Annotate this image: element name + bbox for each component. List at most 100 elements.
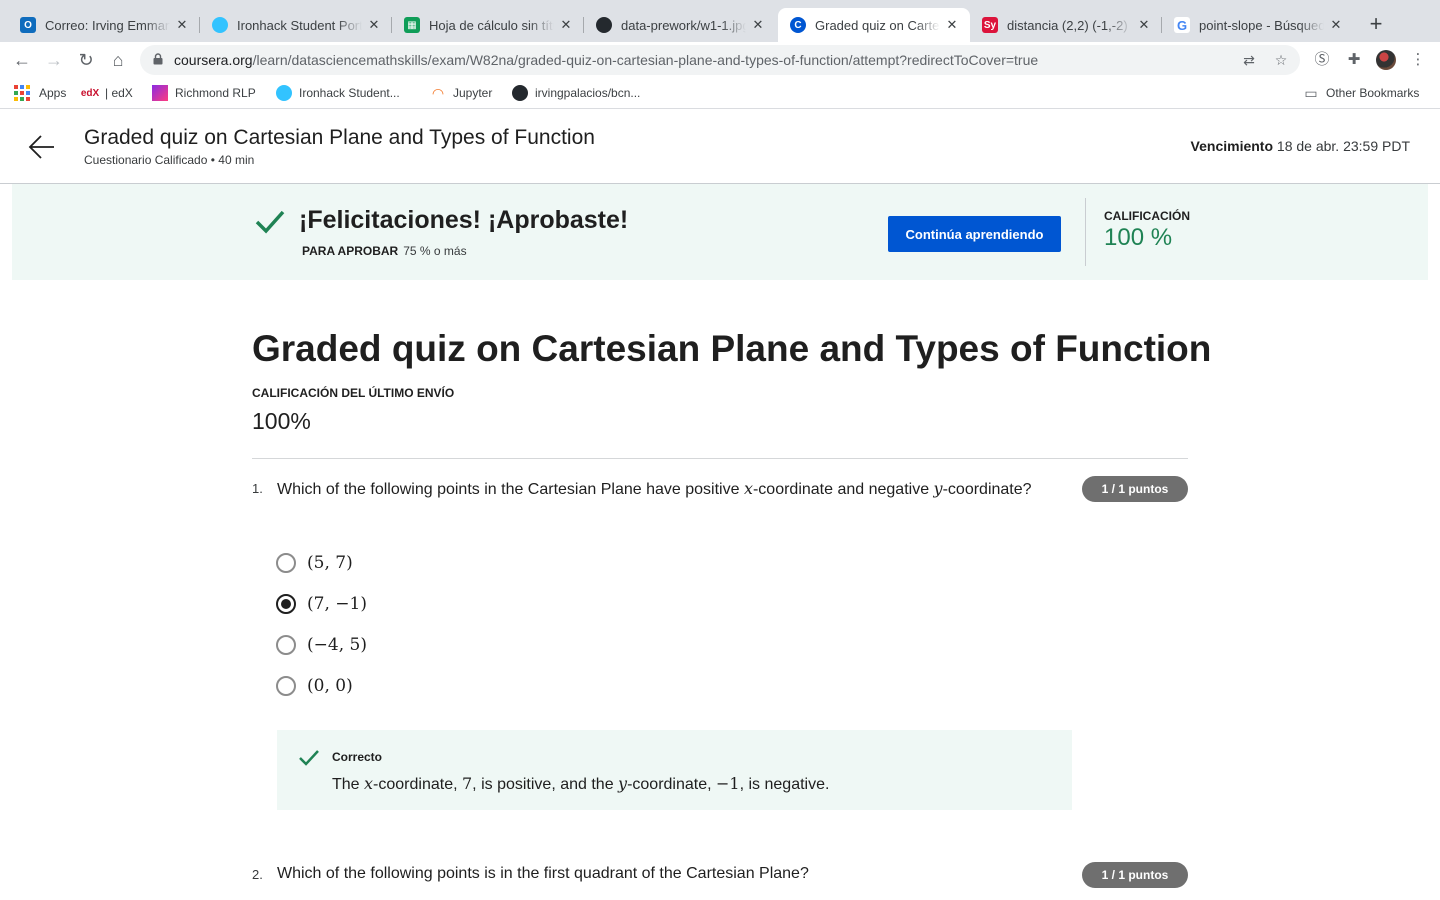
- answer-option[interactable]: (5, 7): [276, 551, 353, 575]
- close-tab-icon[interactable]: ✕: [944, 17, 960, 33]
- due-value: 18 de abr. 23:59 PDT: [1276, 138, 1410, 154]
- tab-google[interactable]: G point-slope - Búsqueda ✕: [1162, 8, 1354, 42]
- bookmark-label: irvingpalacios/bcn...: [535, 86, 641, 100]
- feedback-text: The x-coordinate, 7, is positive, and th…: [332, 774, 830, 793]
- extensions-puzzle-icon[interactable]: ✚: [1345, 51, 1363, 69]
- tab-github[interactable]: data-prework/w1-1.jpg ✕: [584, 8, 776, 42]
- bookmark-label: Richmond RLP: [175, 86, 256, 100]
- divider: [252, 458, 1188, 459]
- question-number: 1.: [252, 481, 263, 496]
- answer-option[interactable]: (0, 0): [276, 674, 353, 698]
- bookmarks-bar: Apps edX | edX Richmond RLP Ironhack Stu…: [0, 78, 1440, 109]
- tab-coursera-active[interactable]: C Graded quiz on Cartesian ✕: [778, 8, 970, 42]
- tab-symbolab[interactable]: Sy distancia (2,2) (-1,-2) ✕: [970, 8, 1162, 42]
- tab-title: Ironhack Student Portal: [237, 17, 362, 33]
- menu-kebab-icon[interactable]: ⋮: [1409, 51, 1427, 69]
- answer-option[interactable]: (−4, 5): [276, 633, 367, 657]
- bookmark-richmond[interactable]: Richmond RLP: [152, 85, 256, 101]
- header-title: Graded quiz on Cartesian Plane and Types…: [84, 126, 595, 149]
- ironhack-icon: [276, 85, 292, 101]
- close-tab-icon[interactable]: ✕: [174, 17, 190, 33]
- home-button[interactable]: ⌂: [106, 48, 130, 72]
- github-icon: [596, 17, 612, 33]
- close-tab-icon[interactable]: ✕: [558, 17, 574, 33]
- skype-extension-icon[interactable]: Ⓢ: [1313, 51, 1331, 69]
- tab-title: data-prework/w1-1.jpg: [621, 17, 746, 33]
- answer-option-selected[interactable]: (7, −1): [276, 592, 367, 616]
- back-button[interactable]: ←: [10, 48, 34, 72]
- radio-button[interactable]: [276, 676, 296, 696]
- header-subtitle: Cuestionario Calificado • 40 min: [84, 153, 255, 167]
- radio-button-selected[interactable]: [276, 594, 296, 614]
- symbolab-icon: Sy: [982, 17, 998, 33]
- jupyter-icon: ◠: [432, 84, 444, 101]
- edx-icon: edX: [80, 87, 100, 99]
- grade-label: CALIFICACIÓN: [1104, 209, 1190, 223]
- option-label: (7, −1): [307, 594, 367, 614]
- ironhack-icon: [212, 17, 228, 33]
- richmond-icon: [152, 85, 168, 101]
- tab-outlook[interactable]: O Correo: Irving Emmanuel ✕: [8, 8, 200, 42]
- lock-icon: [153, 53, 163, 65]
- bookmark-jupyter[interactable]: ◠ Jupyter: [430, 84, 493, 101]
- option-label: (5, 7): [307, 553, 353, 573]
- folder-icon: ▭: [1304, 84, 1318, 101]
- tab-title: distancia (2,2) (-1,-2): [1007, 17, 1128, 33]
- option-label: (−4, 5): [307, 635, 367, 655]
- tab-title: point-slope - Búsqueda: [1199, 17, 1324, 33]
- browser-tab-bar: O Correo: Irving Emmanuel ✕ Ironhack Stu…: [0, 0, 1440, 42]
- outlook-icon: O: [20, 17, 36, 33]
- coursera-icon: C: [790, 17, 806, 33]
- continue-learning-button[interactable]: Continúa aprendiendo: [888, 216, 1061, 252]
- bookmark-github[interactable]: irvingpalacios/bcn...: [512, 85, 640, 101]
- github-icon: [512, 85, 528, 101]
- close-tab-icon[interactable]: ✕: [366, 17, 382, 33]
- radio-button[interactable]: [276, 553, 296, 573]
- last-submission-value: 100%: [252, 408, 311, 434]
- bookmark-apps[interactable]: Apps: [14, 85, 66, 101]
- page-title: Graded quiz on Cartesian Plane and Types…: [252, 328, 1212, 369]
- bookmark-label: Apps: [39, 86, 67, 100]
- reload-button[interactable]: ↻: [74, 48, 98, 72]
- translate-icon[interactable]: ⇄: [1241, 52, 1257, 68]
- bookmark-label: Other Bookmarks: [1326, 86, 1420, 100]
- pass-requirement: PARA APROBAR 75 % o más: [302, 244, 467, 258]
- close-tab-icon[interactable]: ✕: [1328, 17, 1344, 33]
- sheets-icon: ▦: [404, 17, 420, 33]
- close-tab-icon[interactable]: ✕: [750, 17, 766, 33]
- bookmark-star-icon[interactable]: ☆: [1273, 52, 1289, 68]
- forward-button[interactable]: →: [42, 48, 66, 72]
- banner-divider: [1085, 198, 1086, 266]
- google-icon: G: [1174, 17, 1190, 33]
- new-tab-button[interactable]: +: [1366, 12, 1386, 36]
- question-text: Which of the following points is in the …: [277, 865, 809, 882]
- tab-sheets[interactable]: ▦ Hoja de cálculo sin título ✕: [392, 8, 584, 42]
- apps-grid-icon: [14, 85, 30, 101]
- due-label: Vencimiento: [1190, 138, 1274, 154]
- bookmark-label: Jupyter: [453, 86, 493, 100]
- points-badge: 1 / 1 puntos: [1082, 476, 1188, 502]
- question-text: Which of the following points in the Car…: [277, 479, 1032, 498]
- option-label: (0, 0): [307, 676, 353, 696]
- bookmark-ironhack[interactable]: Ironhack Student...: [276, 85, 400, 101]
- feedback-status: Correcto: [332, 750, 383, 764]
- congrats-heading: ¡Felicitaciones! ¡Aprobaste!: [299, 206, 629, 234]
- bookmark-label: | edX: [105, 86, 133, 100]
- bookmark-edx[interactable]: edX | edX: [80, 85, 133, 101]
- tab-title: Correo: Irving Emmanuel: [45, 17, 170, 33]
- tab-title: Graded quiz on Cartesian: [815, 17, 940, 33]
- back-arrow-icon[interactable]: [28, 134, 56, 160]
- radio-button[interactable]: [276, 635, 296, 655]
- url-text: coursera.org/learn/datasciencemathskills…: [174, 52, 1039, 68]
- pass-value: 75 % o más: [403, 244, 467, 258]
- check-icon: [299, 750, 319, 766]
- pass-label: PARA APROBAR: [302, 244, 399, 258]
- address-bar[interactable]: coursera.org/learn/datasciencemathskills…: [140, 45, 1300, 75]
- tab-title: Hoja de cálculo sin título: [429, 17, 554, 33]
- close-tab-icon[interactable]: ✕: [1136, 17, 1152, 33]
- bookmark-other[interactable]: ▭ Other Bookmarks: [1303, 85, 1419, 101]
- tab-ironhack[interactable]: Ironhack Student Portal ✕: [200, 8, 392, 42]
- result-banner: ¡Felicitaciones! ¡Aprobaste! PARA APROBA…: [12, 184, 1428, 280]
- profile-avatar[interactable]: [1376, 50, 1396, 70]
- feedback-box: Correcto The x-coordinate, 7, is positiv…: [277, 730, 1072, 810]
